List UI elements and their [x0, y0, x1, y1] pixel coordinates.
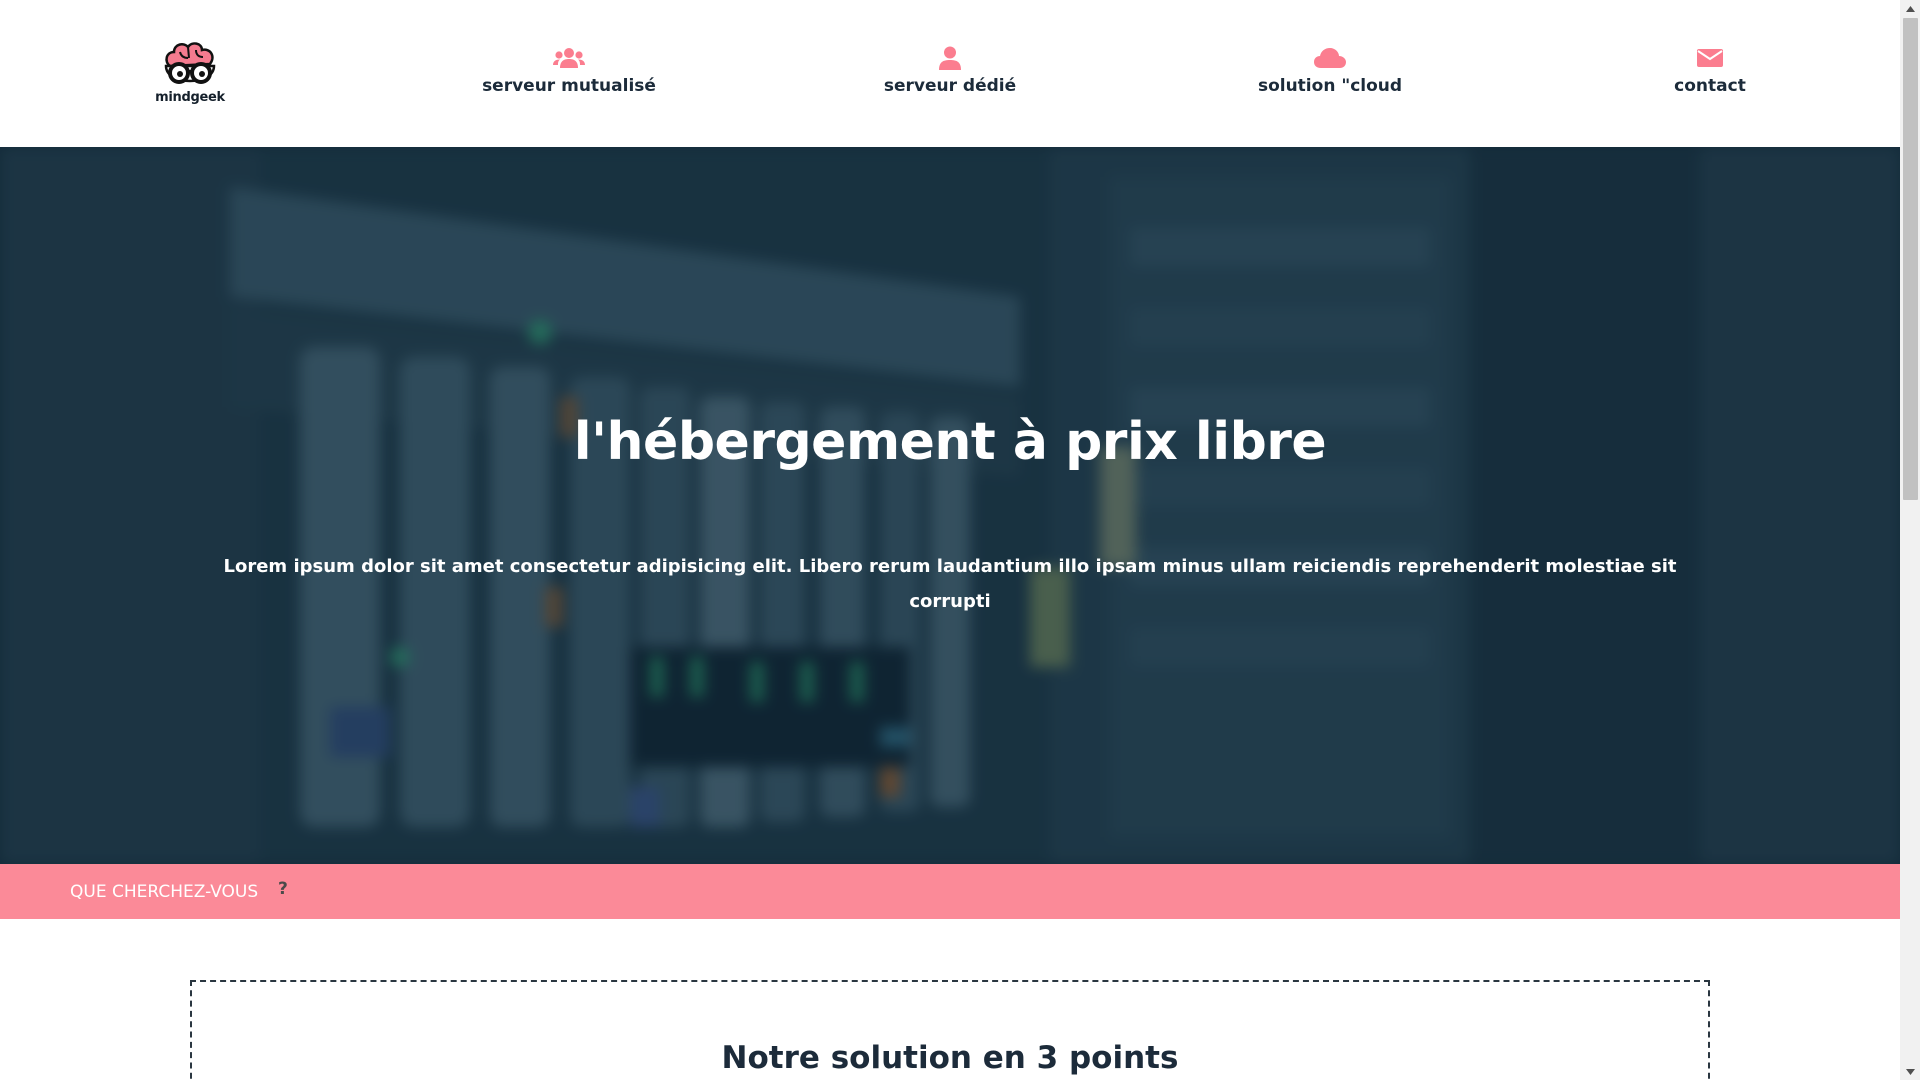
- hero-banner: l'hébergement à prix libre Lorem ipsum d…: [0, 147, 1900, 864]
- scrollbar-thumb[interactable]: [1903, 18, 1918, 500]
- solution-section: Notre solution en 3 points: [190, 980, 1710, 1080]
- search-bar: ?: [0, 864, 1900, 919]
- search-input[interactable]: [70, 872, 670, 912]
- section-title: Notre solution en 3 points: [721, 1040, 1179, 1076]
- users-icon: [553, 48, 585, 68]
- hero-title: l'hébergement à prix libre: [573, 412, 1327, 472]
- nav-label: solution "cloud: [1257, 76, 1403, 96]
- hero-overlay: [0, 147, 1900, 864]
- nav-item-contact[interactable]: contact: [1590, 40, 1830, 96]
- nav-item-serveur-dedie[interactable]: serveur dédié: [830, 40, 1070, 96]
- nav-item-serveur-mutualise[interactable]: serveur mutualisé: [449, 40, 689, 96]
- nav-label: serveur mutualisé: [482, 76, 656, 96]
- page-scrollbar[interactable]: [1900, 0, 1920, 1080]
- cloud-icon: [1314, 48, 1346, 68]
- page: mindgeek serveur mutualisé serveur dédié: [0, 0, 1900, 1080]
- search-question-mark: ?: [278, 879, 288, 899]
- scroll-down-arrow-icon[interactable]: [1900, 1063, 1920, 1080]
- site-header: mindgeek serveur mutualisé serveur dédié: [0, 0, 1900, 147]
- brain-glasses-icon: [164, 42, 216, 84]
- user-icon: [939, 46, 961, 70]
- envelope-icon: [1697, 49, 1723, 67]
- nav-label: serveur dédié: [883, 76, 1017, 96]
- logo-wordmark: mindgeek: [155, 90, 225, 105]
- scroll-up-arrow-icon[interactable]: [1900, 0, 1920, 17]
- hero-description: Lorem ipsum dolor sit amet consectetur a…: [223, 556, 1677, 612]
- nav-item-solution-cloud[interactable]: solution "cloud: [1210, 40, 1450, 96]
- mindgeek-logo[interactable]: mindgeek: [150, 36, 230, 112]
- nav-label: contact: [1674, 76, 1746, 96]
